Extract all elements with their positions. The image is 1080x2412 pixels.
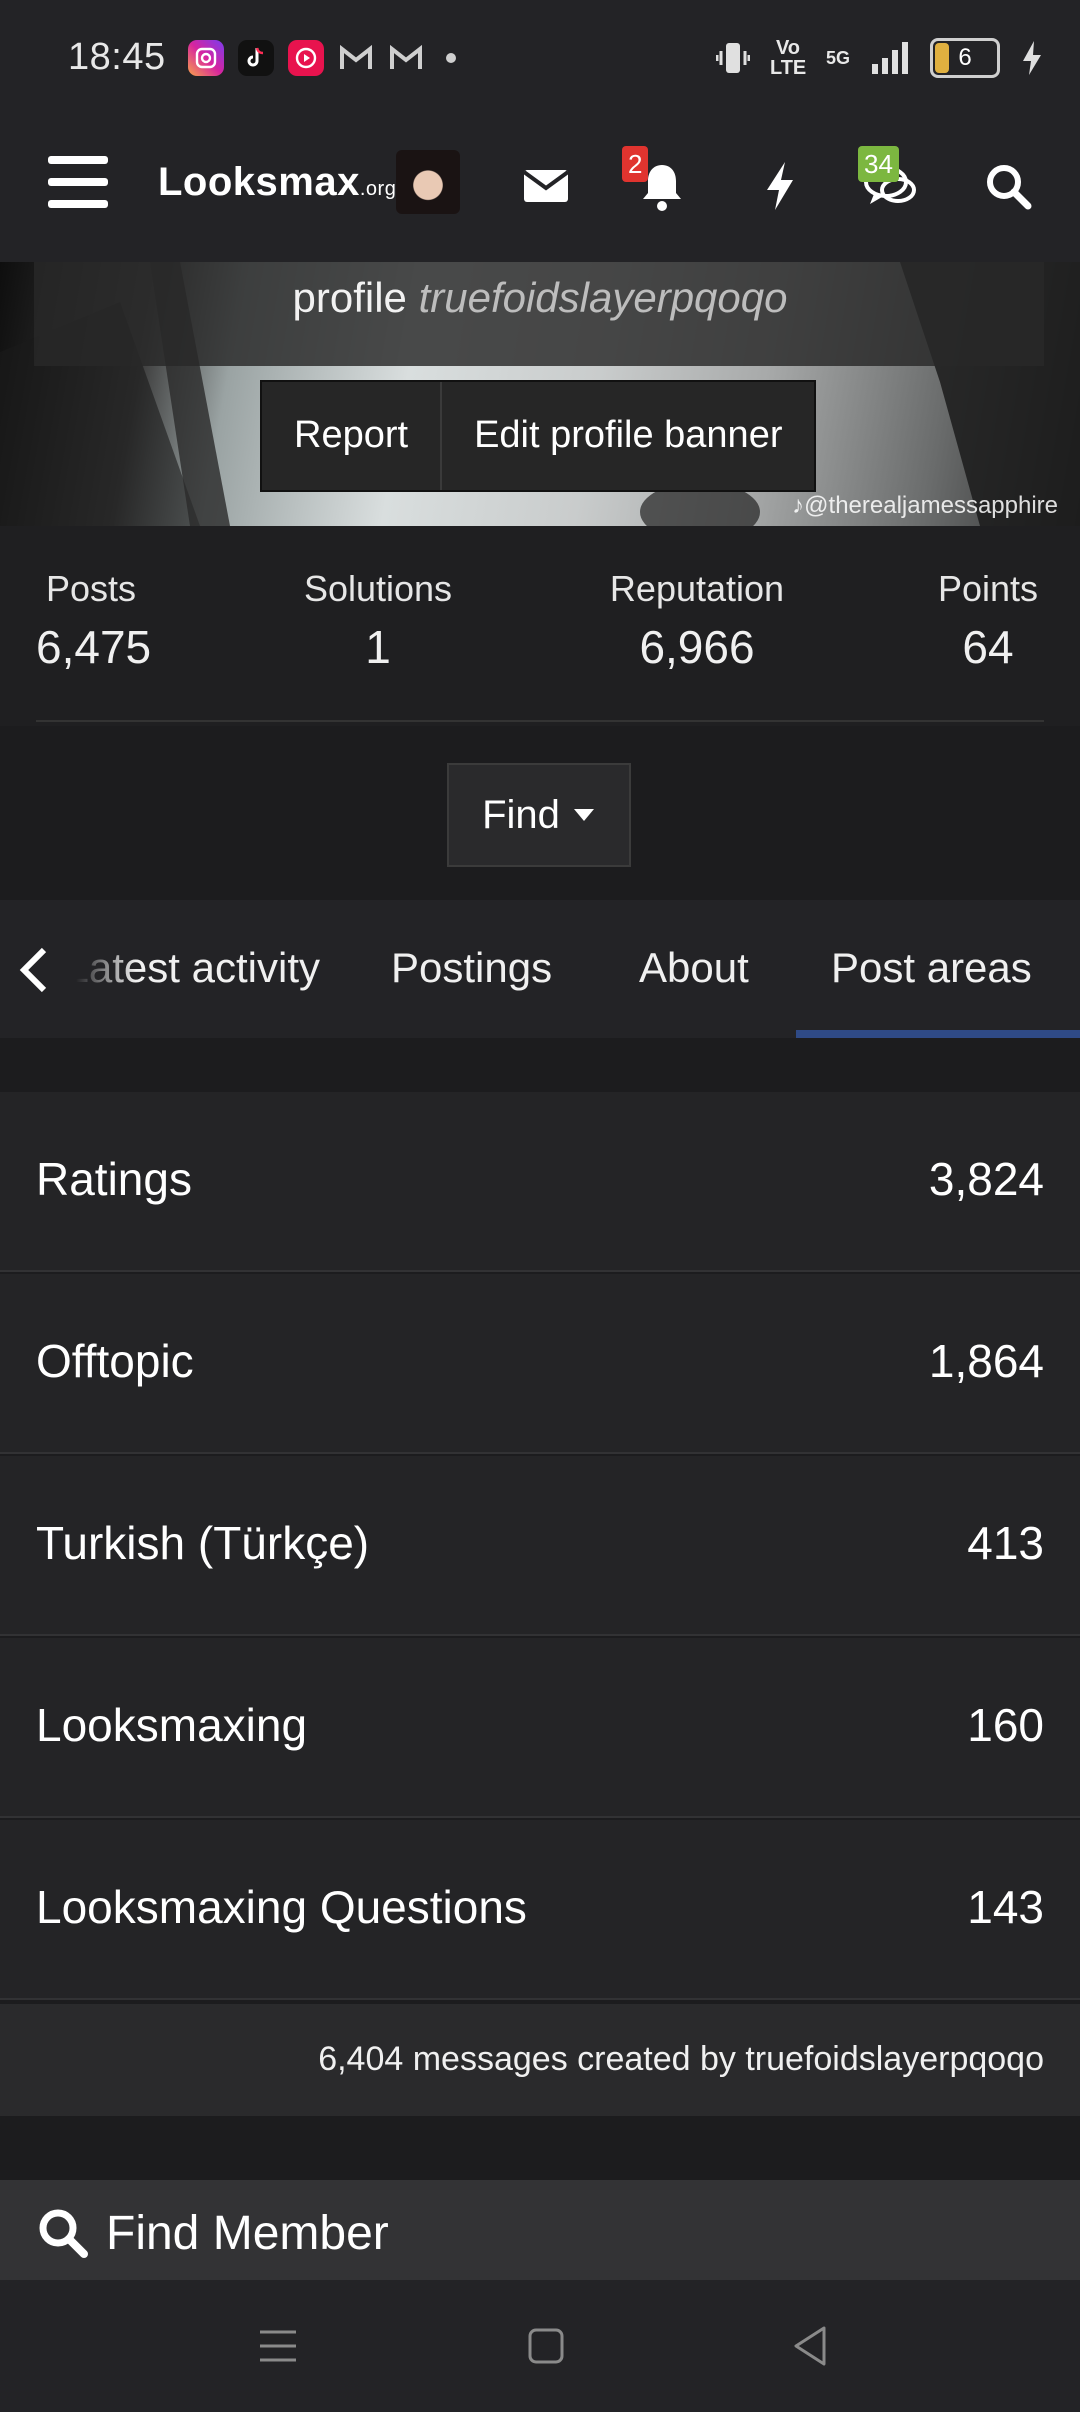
list-item[interactable]: Looksmaxing Questions 143 xyxy=(0,1820,1080,2000)
report-button[interactable]: Report xyxy=(262,382,440,490)
profile-tabs: Latest activity Postings About Post area… xyxy=(0,900,1080,1038)
status-time: 18:45 xyxy=(68,36,166,78)
find-dropdown-button[interactable]: Find xyxy=(447,763,631,867)
area-count: 413 xyxy=(967,1517,1044,1569)
vibrate-icon xyxy=(715,43,750,73)
stat-reputation[interactable]: Reputation 6,966 xyxy=(604,568,790,674)
network-label: 5G xyxy=(825,47,850,68)
area-name: Looksmaxing Questions xyxy=(36,1881,527,1933)
notification-app-icons xyxy=(188,40,456,76)
area-name: Turkish (Türkçe) xyxy=(36,1517,370,1569)
active-tab-indicator xyxy=(796,1030,1080,1038)
banner-actions: Report Edit profile banner xyxy=(260,380,817,492)
area-count: 160 xyxy=(967,1699,1044,1751)
recents-menu-icon[interactable] xyxy=(256,2324,300,2368)
site-logo[interactable]: Looksmax.org xyxy=(158,160,396,205)
list-item[interactable]: Turkish (Türkçe) 413 xyxy=(0,1456,1080,1636)
youtube-music-icon xyxy=(288,40,324,76)
home-icon[interactable] xyxy=(524,2324,568,2368)
user-avatar[interactable] xyxy=(396,150,460,214)
mail-icon[interactable] xyxy=(518,158,574,214)
tab-post-areas[interactable]: Post areas xyxy=(831,944,1032,992)
profile-stats: Posts 6,475 Solutions 1 Reputation 6,966… xyxy=(0,526,1080,726)
menu-icon[interactable] xyxy=(48,156,108,208)
tab-postings[interactable]: Postings xyxy=(391,944,552,992)
tab-latest-activity[interactable]: Latest activity xyxy=(76,944,320,992)
instagram-icon xyxy=(188,40,224,76)
banner-username: truefoidslayerpqoqo xyxy=(418,274,788,321)
edit-banner-button[interactable]: Edit profile banner xyxy=(442,382,814,490)
profile-banner: profile truefoidslayerpqoqo Report Edit … xyxy=(0,262,1080,526)
messages-summary: 6,404 messages created by truefoidslayer… xyxy=(0,2004,1080,2116)
find-member-label: Find Member xyxy=(106,2207,389,2260)
stat-posts[interactable]: Posts 6,475 xyxy=(36,568,151,674)
area-name: Offtopic xyxy=(36,1335,194,1387)
gmail-icon xyxy=(388,40,424,76)
battery-icon: 6 xyxy=(930,38,1000,78)
bolt-icon[interactable] xyxy=(752,158,808,214)
area-count: 143 xyxy=(967,1881,1044,1933)
tiktok-icon xyxy=(238,40,274,76)
stats-divider xyxy=(36,720,1044,722)
status-bar: 18:45 Vo LTE 5G 6 xyxy=(0,0,1080,108)
notifications-badge: 2 xyxy=(622,146,649,182)
find-member-bar[interactable]: Find Member xyxy=(0,2180,1080,2280)
back-icon[interactable] xyxy=(788,2324,832,2368)
system-nav-bar xyxy=(0,2280,1080,2412)
status-right: Vo LTE 5G 6 xyxy=(715,37,1044,79)
search-icon[interactable] xyxy=(980,158,1036,214)
list-item[interactable]: Looksmaxing 160 xyxy=(0,1638,1080,1818)
stat-points[interactable]: Points 64 xyxy=(932,568,1044,674)
banner-profile-line: profile truefoidslayerpqoqo xyxy=(292,274,788,321)
volte-label: Vo LTE xyxy=(769,37,807,79)
area-name: Looksmaxing xyxy=(36,1699,308,1751)
area-count: 3,824 xyxy=(928,1153,1044,1205)
more-notifications-dot xyxy=(446,53,456,63)
gmail-icon xyxy=(338,40,374,76)
signal-icon xyxy=(872,42,908,74)
charging-icon xyxy=(1023,41,1041,75)
tiktok-watermark: ♪@therealjamessapphire xyxy=(792,492,1058,519)
stat-solutions[interactable]: Solutions 1 xyxy=(296,568,460,674)
area-count: 1,864 xyxy=(928,1335,1044,1387)
area-name: Ratings xyxy=(36,1153,192,1205)
list-item[interactable]: Offtopic 1,864 xyxy=(0,1274,1080,1454)
app-header: Looksmax.org 2 34 xyxy=(0,108,1080,262)
chevron-left-icon[interactable] xyxy=(14,944,54,996)
list-item[interactable]: Ratings 3,824 xyxy=(0,1092,1080,1272)
tab-about[interactable]: About xyxy=(639,944,749,992)
conversations-badge: 34 xyxy=(858,146,899,182)
messages-summary-text: 6,404 messages created by truefoidslayer… xyxy=(318,2040,1044,2078)
caret-down-icon xyxy=(573,809,594,821)
search-icon xyxy=(39,2209,88,2258)
